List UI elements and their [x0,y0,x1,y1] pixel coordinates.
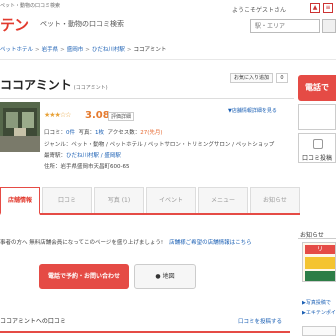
tab-events[interactable]: イベント [146,187,196,213]
map-button[interactable]: ● 地図 [134,264,196,289]
favorite-count: 0 [276,73,288,83]
post-review-link[interactable]: 口コミを投稿する [238,317,282,325]
address-value: 岩手県盛岡市天昌町600-65 [60,164,130,170]
breadcrumb-current: ココアミント [133,47,167,53]
breadcrumb-item[interactable]: ひだね川村駅 [92,47,125,53]
storefront-image [0,102,40,152]
rating-stars: ★★★☆☆ [44,111,71,119]
post-review-button[interactable]: 口コミ投稿 [298,133,336,163]
owner-notice: 事者の方へ 無料店舗会員になってこのページを盛り上げましょう! 店舗様ご希望の店舗… [0,240,252,246]
tab-news[interactable]: お知らせ [250,187,300,213]
shop-name: ココアミント [0,78,72,92]
site-subtitle: ペット・動物の口コミ検索 [40,20,124,28]
shop-kana: (ココアミント) [73,85,108,91]
rating-detail-button[interactable]: 評価詳細 [108,112,135,121]
welcome-message: ようこそゲストさん [232,7,287,14]
stats-row: 口コミ：0件 写真：1枚 アクセス数：27(先月) [44,130,163,136]
map-button-label: 地図 [162,273,175,280]
sidebar-widget[interactable] [302,326,336,336]
add-favorite-button[interactable]: お気に入り追加 [230,73,273,83]
divider [0,59,336,60]
banner-label: リ [305,245,335,254]
breadcrumb: ペットホテル > 岩手県 > 盛岡市 > ひだね川村駅 > ココアミント [0,47,167,53]
sidebar-link[interactable]: ▶エキテンポイ [302,309,336,316]
genre-value: ペット・動物 / ペットホテル / ペットサロン・トリミングサロン / ペットシ… [71,142,275,148]
breadcrumb-item[interactable]: 岩手県 [42,47,59,53]
tab-photos[interactable]: 写真 (1) [94,187,144,213]
call-reserve-button[interactable]: 電話で予約・お問い合わせ [39,264,129,289]
tab-reviews[interactable]: 口コミ [42,187,92,213]
divider [298,238,336,239]
breadcrumb-item[interactable]: ペットホテル [0,47,33,53]
address-row: 住所：岩手県盛岡市天昌町600-65 [44,164,130,170]
divider [0,98,294,99]
side-action-box[interactable] [298,104,336,130]
divider [0,331,290,333]
sidebar-link[interactable]: ▶写真投稿で [302,299,331,306]
shop-details-link[interactable]: ▼店舗情報詳細を見る [228,107,277,114]
pen-icon [313,139,323,149]
owner-notice-link[interactable]: 店舗様ご希望の店舗情報はこちら [169,240,252,246]
search-input[interactable] [250,19,320,33]
shop-tabs: 店舗情報 口コミ 写真 (1) イベント メニュー お知らせ [0,187,300,215]
menu-icon[interactable]: ≡ [323,3,333,13]
genre-row: ジャンル：ペット・動物 / ペットホテル / ペットサロン・トリミングサロン /… [44,142,275,148]
rating-score: 3.08 [85,110,110,121]
promo-banner[interactable]: リ [302,242,336,282]
search-icon[interactable] [322,19,336,33]
login-icon[interactable]: ▲ [310,3,320,13]
site-tagline: ペット・動物の口コミ検索 [0,3,61,9]
site-header: ペット・動物の口コミ検索 テン ペット・動物の口コミ検索 ようこそゲストさん ▲… [0,0,336,44]
tab-shop-info[interactable]: 店舗情報 [0,187,40,215]
breadcrumb-item[interactable]: 盛岡市 [67,47,84,53]
post-review-label: 口コミ投稿 [301,155,332,162]
banner-graphic [305,257,335,269]
tab-menu[interactable]: メニュー [198,187,248,213]
site-logo[interactable]: テン [0,14,29,35]
banner-graphic [305,271,335,281]
station-value[interactable]: ひだね川村駅 / 盛岡駅 [66,153,121,159]
shop-photo[interactable] [0,102,40,152]
shop-title: ココアミント (ココアミント) [0,76,108,93]
station-row: 最寄駅：ひだね川村駅 / 盛岡駅 [44,153,121,159]
call-button-side[interactable]: 電話で [298,75,336,101]
map-pin-icon: ● [155,273,161,280]
